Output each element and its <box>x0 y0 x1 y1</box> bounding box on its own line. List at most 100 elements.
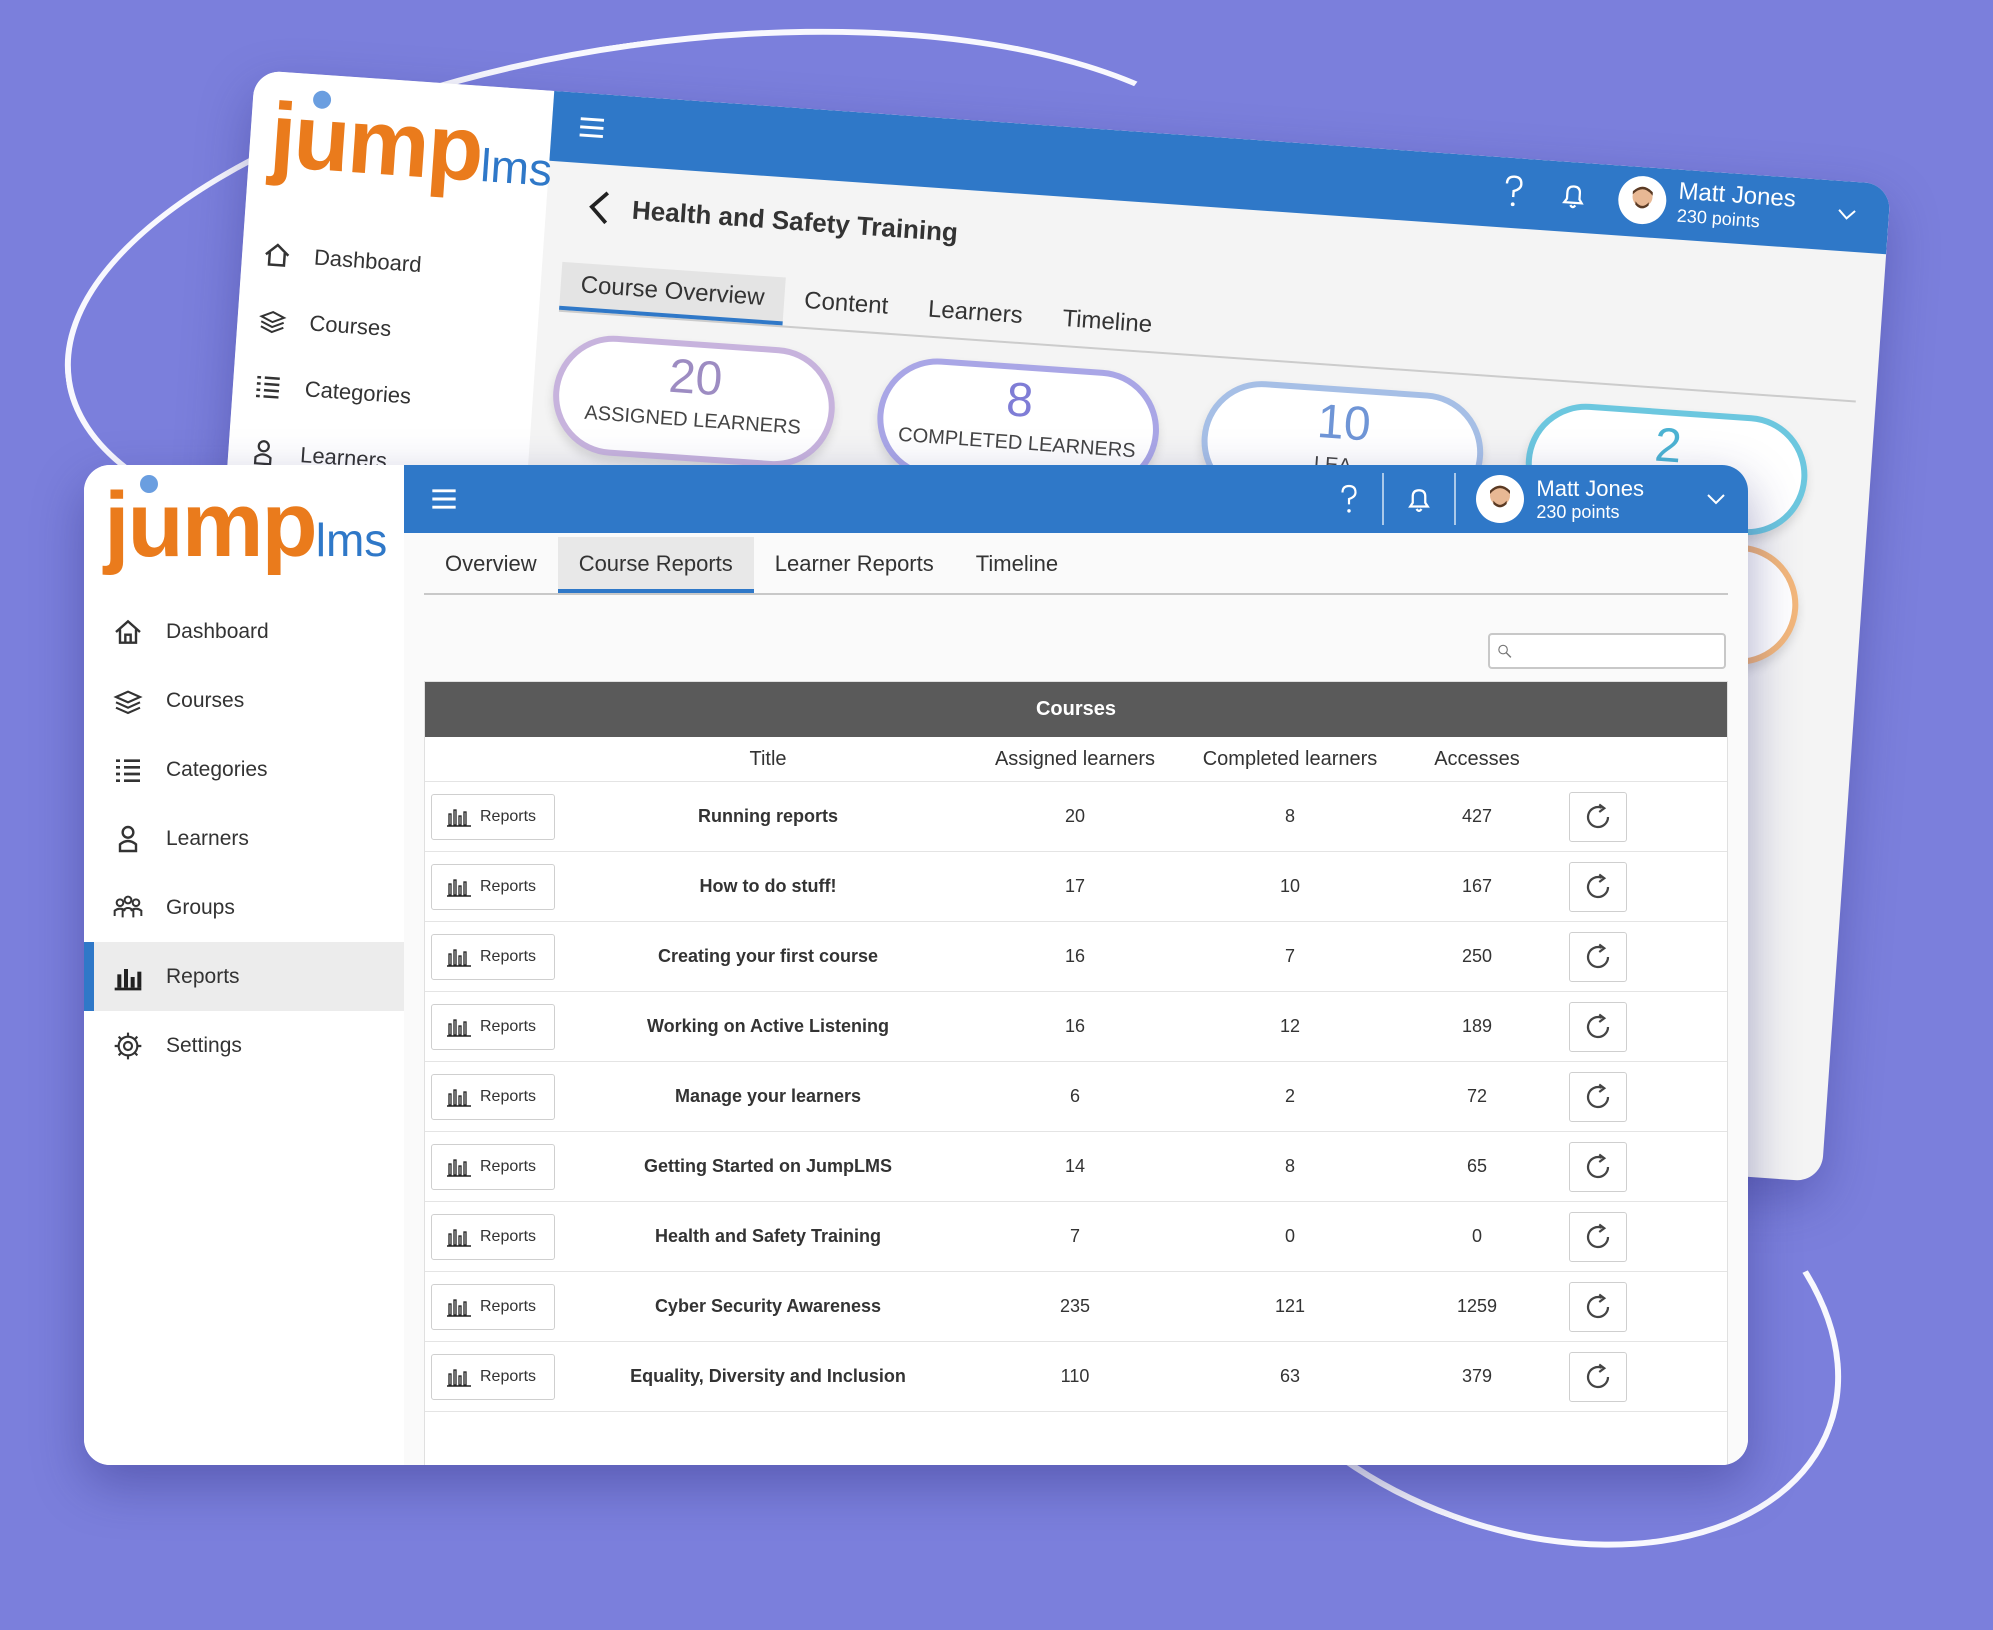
column-header-accesses[interactable]: Accesses <box>1397 748 1557 771</box>
sidebar-item-label: Settings <box>166 1033 242 1057</box>
sidebar: jumplms Dashboard Courses Categories Lea… <box>84 465 406 1465</box>
back-nav-dashboard[interactable]: Dashboard <box>260 221 424 298</box>
chevron-down-icon[interactable] <box>1834 201 1860 227</box>
reset-button[interactable] <box>1569 1001 1627 1052</box>
report-chart-icon <box>447 948 471 967</box>
sidebar-item-courses[interactable]: Courses <box>84 666 404 735</box>
assigned-learners-cell: 16 <box>1064 946 1086 966</box>
completed-learners-cell: 7 <box>1284 946 1295 966</box>
search-input[interactable] <box>1513 636 1724 666</box>
course-title-cell: Manage your learners <box>674 1086 862 1106</box>
report-chart-icon <box>447 1298 471 1317</box>
back-nav: Dashboard Courses Categories Learners <box>246 221 424 495</box>
reports-button[interactable]: Reports <box>431 863 555 910</box>
help-icon[interactable] <box>1497 172 1529 210</box>
reset-button[interactable] <box>1569 1071 1627 1122</box>
logo-lms-text: lms <box>315 514 388 566</box>
reports-button[interactable]: Reports <box>431 1213 555 1260</box>
back-tab-content[interactable]: Content <box>783 278 910 335</box>
assigned-learners-cell: 16 <box>1064 1016 1086 1036</box>
learner-icon <box>118 825 138 852</box>
logo-dot <box>140 475 158 493</box>
report-chart-icon <box>447 878 471 897</box>
reset-button[interactable] <box>1569 1351 1627 1402</box>
hamburger-menu-icon[interactable] <box>430 485 458 513</box>
reports-button-label: Reports <box>480 877 537 895</box>
reports-cell: Reports <box>425 863 569 910</box>
assigned-learners-cell: 14 <box>1064 1156 1086 1176</box>
table-row: Reports Creating your first course 16 7 250 <box>425 922 1727 992</box>
reports-button[interactable]: Reports <box>431 793 555 840</box>
notification-bell-icon[interactable] <box>1404 483 1434 515</box>
sidebar-item-categories[interactable]: Categories <box>84 735 404 804</box>
refresh-icon <box>1586 1363 1610 1388</box>
reports-cell: Reports <box>425 1283 569 1330</box>
reports-button[interactable]: Reports <box>431 1283 555 1330</box>
sidebar-nav: Dashboard Courses Categories Learners Gr… <box>84 597 404 1080</box>
course-title-cell: How to do stuff! <box>699 876 837 896</box>
reports-cell: Reports <box>425 1003 569 1050</box>
back-nav-courses[interactable]: Courses <box>255 287 419 364</box>
top-bar: Matt Jones 230 points <box>404 465 1748 533</box>
tab-timeline[interactable]: Timeline <box>955 537 1079 593</box>
back-tab-timeline[interactable]: Timeline <box>1041 296 1174 353</box>
course-title-cell: Creating your first course <box>657 946 879 966</box>
user-menu[interactable]: Matt Jones 230 points <box>1476 475 1728 523</box>
search-box[interactable] <box>1488 633 1726 669</box>
accesses-cell: 72 <box>1466 1086 1488 1106</box>
accesses-cell: 167 <box>1461 876 1493 896</box>
reports-cell: Reports <box>425 793 569 840</box>
table-heading: Courses <box>425 682 1727 737</box>
reset-button[interactable] <box>1569 791 1627 842</box>
back-course-title: Health and Safety Training <box>631 194 959 247</box>
reset-button[interactable] <box>1569 1141 1627 1192</box>
reset-button[interactable] <box>1569 931 1627 982</box>
sidebar-item-reports[interactable]: Reports <box>84 942 404 1011</box>
reports-button-label: Reports <box>480 1087 537 1105</box>
reports-button[interactable]: Reports <box>431 1353 555 1400</box>
completed-learners-cell: 63 <box>1279 1366 1301 1386</box>
refresh-icon <box>1586 1223 1610 1248</box>
refresh-icon <box>1586 1153 1610 1178</box>
help-icon[interactable] <box>1336 481 1362 517</box>
reports-icon <box>114 968 142 990</box>
table-column-headers: Title Assigned learners Completed learne… <box>425 737 1727 782</box>
sidebar-item-groups[interactable]: Groups <box>84 873 404 942</box>
report-chart-icon <box>447 1158 471 1177</box>
sidebar-item-settings[interactable]: Settings <box>84 1011 404 1080</box>
sidebar-item-dashboard[interactable]: Dashboard <box>84 597 404 666</box>
reports-button[interactable]: Reports <box>431 1073 555 1120</box>
reset-button[interactable] <box>1569 1211 1627 1262</box>
chevron-down-icon[interactable] <box>1704 487 1728 511</box>
tab-overview[interactable]: Overview <box>424 537 558 593</box>
completed-learners-cell: 121 <box>1274 1296 1306 1316</box>
reports-button[interactable]: Reports <box>431 933 555 980</box>
reports-button[interactable]: Reports <box>431 1143 555 1190</box>
reset-button[interactable] <box>1569 861 1627 912</box>
back-nav-categories[interactable]: Categories <box>251 353 415 430</box>
refresh-icon <box>1586 1083 1610 1108</box>
column-header-assigned[interactable]: Assigned learners <box>967 748 1183 771</box>
back-nav-label: Courses <box>308 310 393 342</box>
back-arrow-icon[interactable] <box>585 188 613 226</box>
column-header-title[interactable]: Title <box>569 748 967 771</box>
reset-button[interactable] <box>1569 1281 1627 1332</box>
tab-course-reports[interactable]: Course Reports <box>557 537 754 593</box>
tab-learner-reports[interactable]: Learner Reports <box>754 537 955 593</box>
notification-bell-icon[interactable] <box>1557 178 1589 212</box>
report-chart-icon <box>447 1018 471 1037</box>
hamburger-menu-icon[interactable] <box>577 113 607 143</box>
reports-button[interactable]: Reports <box>431 1003 555 1050</box>
settings-icon <box>114 1032 142 1059</box>
column-header-completed[interactable]: Completed learners <box>1183 748 1397 771</box>
reports-cell: Reports <box>425 1073 569 1120</box>
back-tab-course-overview[interactable]: Course Overview <box>559 261 786 326</box>
course-title-cell: Working on Active Listening <box>646 1016 889 1036</box>
back-tab-learners[interactable]: Learners <box>906 286 1044 343</box>
accesses-cell: 1259 <box>1456 1296 1498 1316</box>
reports-button-label: Reports <box>480 1297 537 1315</box>
back-user-menu[interactable]: Matt Jones 230 points <box>1497 165 1861 239</box>
sidebar-item-label: Groups <box>166 895 235 919</box>
sidebar-item-learners[interactable]: Learners <box>84 804 404 873</box>
accesses-cell: 189 <box>1461 1016 1493 1036</box>
